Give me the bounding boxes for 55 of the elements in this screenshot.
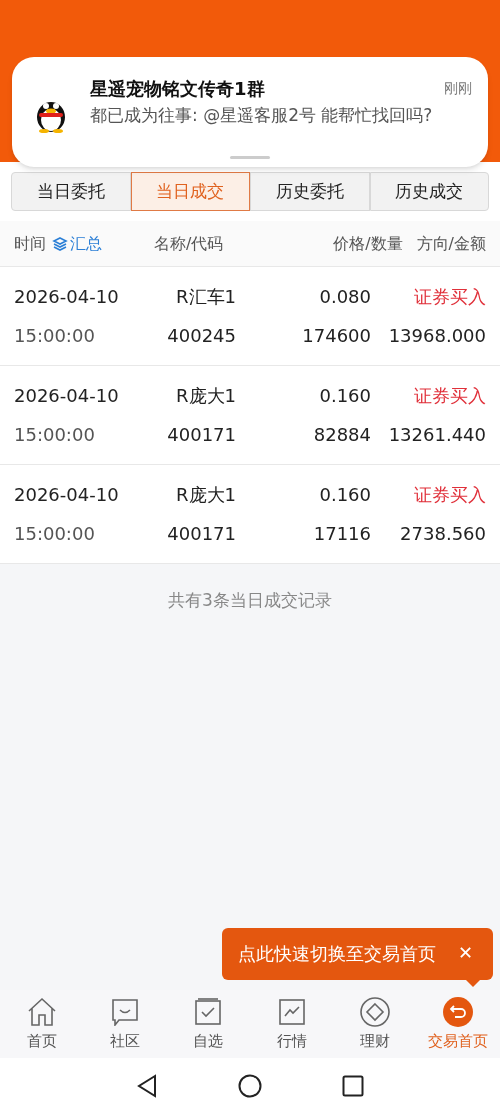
trade-row[interactable]: 2026-04-10 R庞大1 0.160 证券买入 15:00:00 400171 17116 2738.560 [0,465,500,564]
stock-name: R汇车1 [175,285,236,309]
drag-handle[interactable] [230,156,270,159]
stock-code: 400171 [166,522,236,546]
time-text: 15:00:00 [14,423,96,447]
back-icon[interactable] [136,1074,158,1098]
close-button[interactable]: ✕ [458,940,474,966]
price-text: 0.160 [318,483,371,507]
stock-code: 400245 [166,324,236,348]
chat-bubble-icon [111,997,139,1026]
trade-row[interactable]: 2026-04-10 R庞大1 0.160 证券买入 15:00:00 400171 82884 13261.440 [0,366,500,465]
stock-name: R庞大1 [175,483,236,507]
notification-title: 星遥宠物铭文传奇1群 [90,77,265,101]
checkbox-icon [194,997,223,1026]
notification-message: 都已成为往事: @星遥客服2号 能帮忙找回吗? [90,104,434,127]
price-text: 0.160 [318,384,371,408]
direction-text: 证券买入 [413,483,486,507]
summary-button[interactable]: 汇总 [52,231,102,256]
notification-time: 刚刚 [444,79,472,98]
direction-text: 证券买入 [413,384,486,408]
stock-code: 400171 [166,423,236,447]
tab[interactable]: 历史成交 [369,172,489,211]
date-text: 2026-04-10 [14,384,120,408]
recents-icon[interactable] [342,1075,364,1097]
tooltip-text[interactable]: 点此快速切换至交易首页 [238,940,436,967]
quantity-text: 82884 [312,423,371,447]
nav-tab[interactable]: 首页 [0,990,84,1058]
nav-tab[interactable]: 行情 [250,990,334,1058]
direction-text: 证券买入 [413,285,486,309]
nav-tab[interactable]: 理财 [333,990,417,1058]
notification-card[interactable] [12,57,488,167]
home-circle-icon[interactable] [238,1074,262,1098]
line-chart-icon [277,997,306,1026]
tab[interactable]: 当日委托 [11,172,131,211]
time-text: 15:00:00 [14,522,96,546]
amount-text: 13261.440 [387,423,486,447]
quantity-text: 174600 [301,324,371,348]
date-text: 2026-04-10 [14,285,120,309]
record-count-text: 共有3条当日成交记录 [168,589,332,612]
amount-text: 2738.560 [399,522,486,546]
date-text: 2026-04-10 [14,483,120,507]
column-header: 价格/数量 [333,232,403,255]
column-header: 方向/金额 [416,232,486,255]
nav-tab[interactable]: 自选 [166,990,250,1058]
column-header: 名称/代码 [154,232,225,255]
trade-row[interactable]: 2026-04-10 R汇车1 0.080 证券买入 15:00:00 400245 174600 13968.000 [0,267,500,366]
layers-icon [52,235,68,252]
tab[interactable]: 历史委托 [250,172,370,211]
stock-name: R庞大1 [175,384,236,408]
amount-text: 13968.000 [387,324,486,348]
quantity-text: 17116 [312,522,371,546]
price-text: 0.080 [318,285,371,309]
time-text: 15:00:00 [14,324,96,348]
column-header: 时间 [14,232,46,255]
nav-tab[interactable]: 社区 [83,990,167,1058]
